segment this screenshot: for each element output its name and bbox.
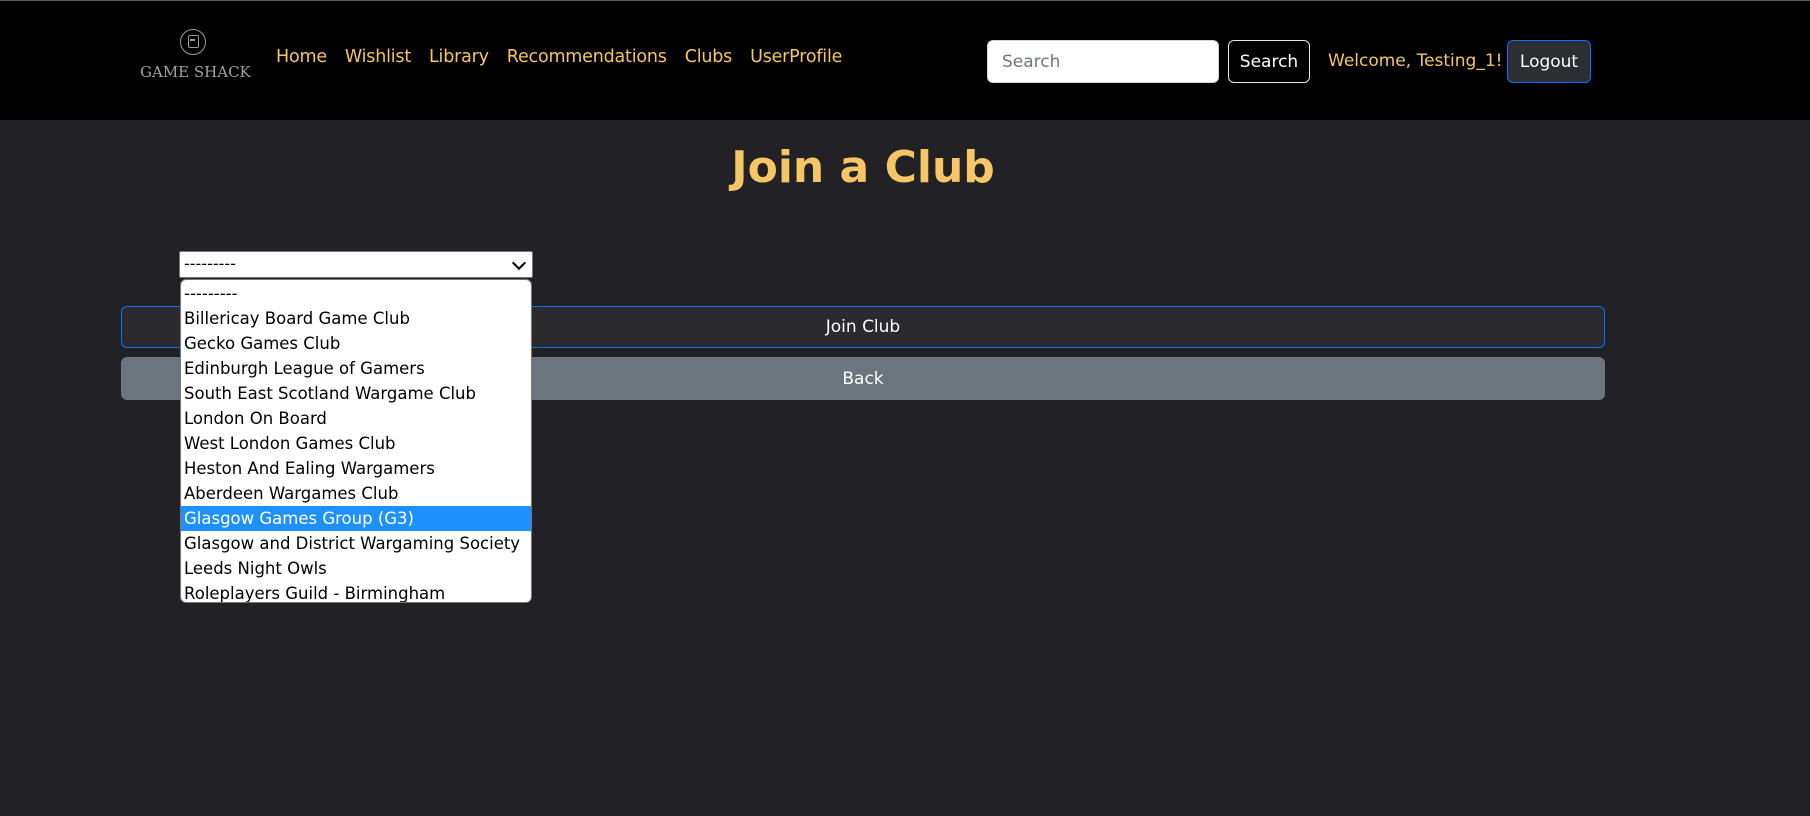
- welcome-message: Welcome, Testing_1!: [1328, 51, 1503, 71]
- dropdown-option[interactable]: Billericay Board Game Club: [181, 306, 531, 331]
- game-console-icon: [180, 29, 206, 55]
- dropdown-option[interactable]: ---------: [181, 281, 531, 306]
- dropdown-option[interactable]: Leeds Night Owls: [181, 556, 531, 581]
- dropdown-option[interactable]: Glasgow and District Wargaming Society: [181, 531, 531, 556]
- nav-links: Home Wishlist Library Recommendations Cl…: [276, 47, 860, 67]
- search-button[interactable]: Search: [1228, 40, 1310, 83]
- dropdown-option[interactable]: London On Board: [181, 406, 531, 431]
- dropdown-option[interactable]: South East Scotland Wargame Club: [181, 381, 531, 406]
- nav-link-userprofile[interactable]: UserProfile: [750, 47, 842, 67]
- dropdown-option[interactable]: West London Games Club: [181, 431, 531, 456]
- search-input[interactable]: [987, 40, 1219, 83]
- nav-link-recommendations[interactable]: Recommendations: [507, 47, 667, 67]
- club-select[interactable]: ---------: [179, 251, 533, 278]
- logo-text: GAME SHACK: [140, 63, 251, 81]
- logout-button[interactable]: Logout: [1507, 40, 1591, 83]
- club-dropdown-list: --------- Billericay Board Game Club Gec…: [180, 279, 532, 603]
- dropdown-option[interactable]: Edinburgh League of Gamers: [181, 356, 531, 381]
- nav-link-clubs[interactable]: Clubs: [685, 47, 733, 67]
- navbar: GAME SHACK Home Wishlist Library Recomme…: [0, 0, 1810, 120]
- nav-link-home[interactable]: Home: [276, 47, 327, 67]
- dropdown-option[interactable]: Aberdeen Wargames Club: [181, 481, 531, 506]
- nav-link-library[interactable]: Library: [429, 47, 489, 67]
- nav-link-wishlist[interactable]: Wishlist: [345, 47, 411, 67]
- chevron-down-icon: [511, 255, 527, 271]
- logo[interactable]: GAME SHACK: [140, 29, 251, 85]
- club-select-value: ---------: [184, 254, 236, 273]
- dropdown-option[interactable]: Gecko Games Club: [181, 331, 531, 356]
- dropdown-option[interactable]: Roleplayers Guild - Birmingham: [181, 581, 531, 602]
- page-title: Join a Club: [731, 142, 995, 193]
- dropdown-option[interactable]: Heston And Ealing Wargamers: [181, 456, 531, 481]
- dropdown-option-highlighted[interactable]: Glasgow Games Group (G3): [181, 506, 531, 531]
